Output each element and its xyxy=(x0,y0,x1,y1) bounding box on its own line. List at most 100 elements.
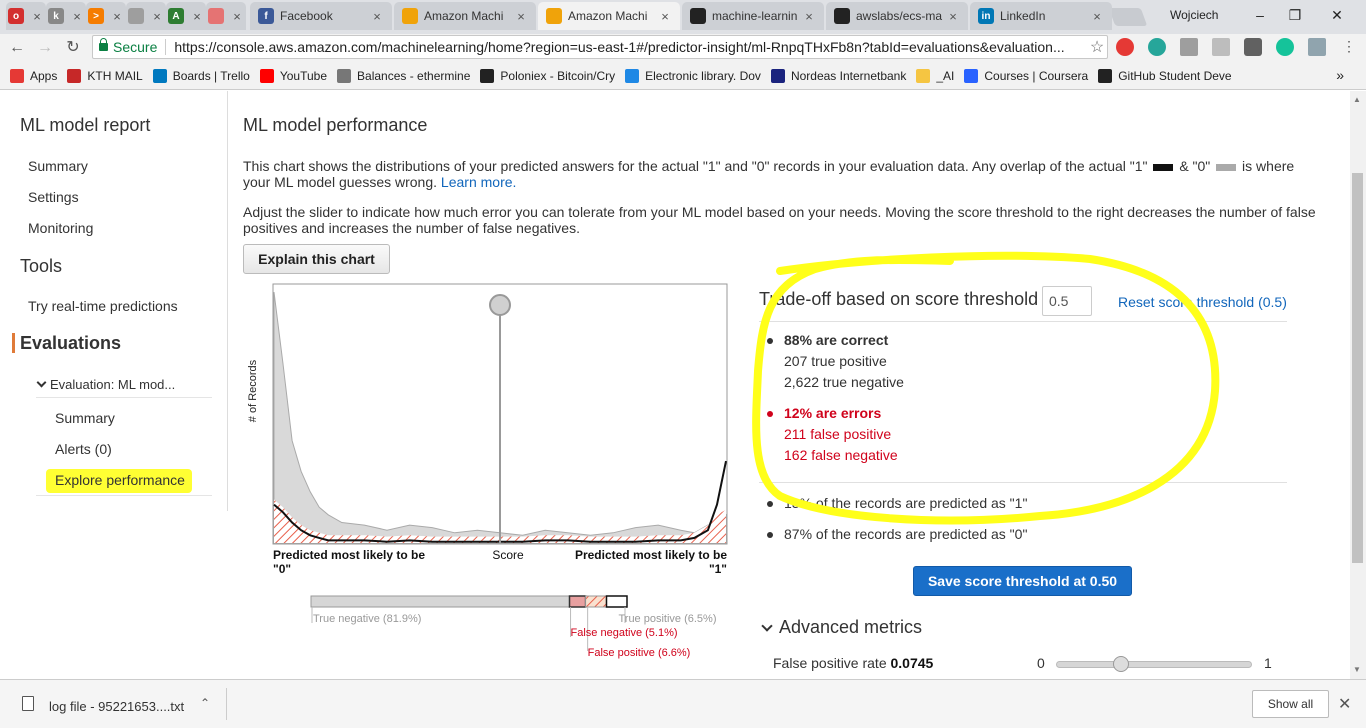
browser-tab[interactable]: machine-learnin × xyxy=(682,2,824,30)
bookmark-item[interactable]: Nordeas Internetbank xyxy=(770,68,906,83)
threshold-slider-handle[interactable] xyxy=(489,294,511,316)
bookmarks-bar: Apps KTH MAIL Boards | Trello YouTube Balanc… xyxy=(0,62,1366,90)
tab-close-icon[interactable]: × xyxy=(1090,9,1104,24)
nav-evaluations[interactable]: Evaluations xyxy=(20,333,121,354)
false-negative-count: 162 false negative xyxy=(784,447,898,463)
minimize-icon[interactable]: – xyxy=(1245,4,1275,26)
bookmark-item[interactable]: KTH MAIL xyxy=(67,68,143,83)
browser-tab[interactable]: Amazon Machi × xyxy=(538,2,680,30)
nav-monitoring[interactable]: Monitoring xyxy=(28,220,93,236)
browser-tab[interactable]: > × xyxy=(86,2,126,30)
weather-extension-icon[interactable] xyxy=(1180,38,1198,56)
grammarly-extension-icon[interactable] xyxy=(1276,38,1294,56)
forward-icon[interactable]: → xyxy=(34,37,56,59)
tab-close-icon[interactable]: × xyxy=(230,9,244,24)
tab-favicon-icon xyxy=(834,8,850,24)
bookmark-item[interactable]: Poloniex - Bitcoin/Cry xyxy=(480,68,615,83)
bookmark-icon xyxy=(625,68,640,83)
fpr-slider-handle[interactable] xyxy=(1112,656,1129,672)
bookmark-item[interactable]: GitHub Student Deve xyxy=(1098,68,1232,83)
show-all-downloads-button[interactable]: Show all xyxy=(1252,690,1329,718)
browser-tab[interactable]: × xyxy=(206,2,246,30)
nav-realtime-predictions[interactable]: Try real-time predictions xyxy=(28,298,178,314)
tab-label: Amazon Machi xyxy=(568,9,648,23)
nav-settings[interactable]: Settings xyxy=(28,189,79,205)
browser-tab[interactable]: Amazon Machi × xyxy=(394,2,536,30)
chat-extension-icon[interactable] xyxy=(1148,38,1166,56)
browser-tab[interactable]: awslabs/ecs-ma × xyxy=(826,2,968,30)
profile-name[interactable]: Wojciech xyxy=(1170,8,1218,22)
tab-close-icon[interactable]: × xyxy=(658,9,672,24)
bookmark-label: Electronic library. Dov xyxy=(645,68,761,83)
close-icon[interactable]: ✕ xyxy=(1338,694,1351,714)
bookmark-item[interactable]: Boards | Trello xyxy=(152,68,250,83)
tab-close-icon[interactable]: × xyxy=(190,9,204,24)
bookmark-item[interactable]: _AI xyxy=(916,68,954,83)
bookmark-icon xyxy=(964,68,979,83)
more-bookmarks-icon[interactable]: » xyxy=(1336,67,1344,83)
score-distribution-chart[interactable]: # of Records Predicted most likely to be… xyxy=(240,281,740,581)
scroll-down-icon[interactable]: ▼ xyxy=(1353,665,1361,674)
nav-evaluation-item[interactable]: Evaluation: ML mod... xyxy=(36,377,175,392)
bullet xyxy=(767,501,773,507)
page-scrollbar[interactable]: ▲ ▼ xyxy=(1350,91,1366,679)
bookmark-item[interactable]: YouTube xyxy=(259,68,327,83)
new-tab-button[interactable] xyxy=(1108,8,1148,26)
bookmark-label: Courses | Coursera xyxy=(984,68,1089,83)
true-positive-label: True positive (6.5%) xyxy=(618,613,716,625)
cast-extension-icon[interactable] xyxy=(1308,38,1326,56)
bookmark-item[interactable]: Courses | Coursera xyxy=(964,68,1089,83)
url-text[interactable]: https://console.aws.amazon.com/machinele… xyxy=(174,39,1087,55)
back-icon[interactable]: ← xyxy=(6,37,28,59)
fpr-slider-track[interactable] xyxy=(1056,661,1252,668)
inbox-extension-icon[interactable] xyxy=(1212,38,1230,56)
reset-threshold-link[interactable]: Reset score threshold (0.5) xyxy=(1118,294,1287,310)
actual-0-swatch xyxy=(1216,163,1237,171)
explain-chart-button[interactable]: Explain this chart xyxy=(243,244,390,274)
false-positive-label: False positive (6.6%) xyxy=(588,647,691,659)
scroll-up-icon[interactable]: ▲ xyxy=(1353,95,1361,104)
nav-eval-summary[interactable]: Summary xyxy=(55,410,115,426)
advanced-metrics-toggle[interactable]: Advanced metrics xyxy=(759,617,922,638)
bookmark-item[interactable]: Apps xyxy=(10,68,57,83)
bookmark-item[interactable]: Balances - ethermine xyxy=(337,68,470,83)
browser-tab[interactable]: f Facebook × xyxy=(250,2,392,30)
nav-alerts[interactable]: Alerts (0) xyxy=(55,441,112,457)
tab-close-icon[interactable]: × xyxy=(370,9,384,24)
notes-extension-icon[interactable] xyxy=(1244,38,1262,56)
menu-icon[interactable]: ⋮ xyxy=(1340,38,1358,56)
tab-close-icon[interactable]: × xyxy=(946,9,960,24)
browser-tab[interactable]: in LinkedIn × xyxy=(970,2,1112,30)
tab-close-icon[interactable]: × xyxy=(70,9,84,24)
close-window-icon[interactable]: ✕ xyxy=(1322,4,1352,26)
browser-tab[interactable]: × xyxy=(126,2,166,30)
tab-close-icon[interactable]: × xyxy=(514,9,528,24)
secure-indicator[interactable]: Secure xyxy=(99,38,157,55)
x-right-label: Predicted most likely to be "1" xyxy=(575,548,727,576)
side-nav: ML model report Summary Settings Monitor… xyxy=(0,91,228,511)
chevron-up-icon[interactable]: ⌃ xyxy=(200,696,210,710)
download-filename[interactable]: log file - 95221653....txt xyxy=(49,699,184,714)
tab-close-icon[interactable]: × xyxy=(110,9,124,24)
browser-tab[interactable]: k × xyxy=(46,2,86,30)
save-threshold-button[interactable]: Save score threshold at 0.50 xyxy=(913,566,1132,596)
browser-tab[interactable]: o × xyxy=(6,2,46,30)
reload-icon[interactable]: ↻ xyxy=(62,37,84,59)
bookmark-star-icon[interactable]: ☆ xyxy=(1087,37,1107,57)
tab-close-icon[interactable]: × xyxy=(802,9,816,24)
scrollbar-thumb[interactable] xyxy=(1352,173,1363,563)
bookmark-item[interactable]: Electronic library. Dov xyxy=(625,68,761,83)
tab-close-icon[interactable]: × xyxy=(150,9,164,24)
nav-summary[interactable]: Summary xyxy=(28,158,88,174)
false-positive-segment xyxy=(585,595,607,608)
true-negative-segment xyxy=(310,595,570,608)
nav-explore-performance[interactable]: Explore performance xyxy=(55,472,185,488)
threshold-input[interactable] xyxy=(1042,286,1092,316)
maximize-icon[interactable]: ❐ xyxy=(1280,4,1310,26)
address-bar[interactable]: Secure https://console.aws.amazon.com/ma… xyxy=(92,35,1108,59)
learn-more-link[interactable]: Learn more. xyxy=(441,174,516,190)
browser-tab[interactable]: A × xyxy=(166,2,206,30)
tab-close-icon[interactable]: × xyxy=(30,9,44,24)
opera-extension-icon[interactable] xyxy=(1116,38,1134,56)
tab-favicon-icon: A xyxy=(168,8,184,24)
